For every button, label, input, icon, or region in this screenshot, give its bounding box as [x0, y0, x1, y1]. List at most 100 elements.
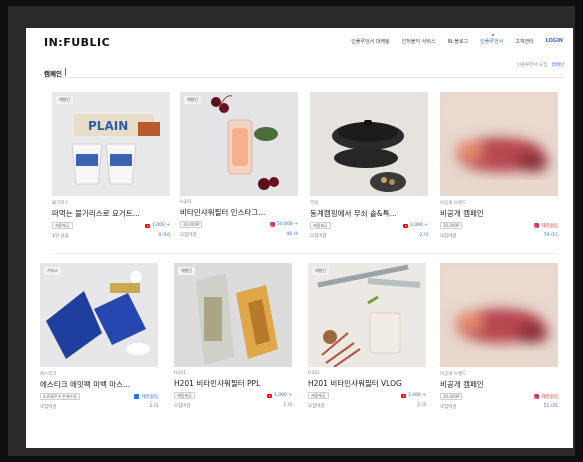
channel-requirement: 1,000 +	[266, 393, 292, 398]
follower-requirement: 3,000 +	[409, 223, 428, 228]
campaign-status: 모집마감	[174, 404, 191, 409]
nav-item-blog[interactable]: IN:블로그	[447, 38, 468, 45]
reward-type-pill: 4,000P X 판매수량	[40, 393, 80, 400]
follower-requirement: 1,000 +	[151, 223, 170, 228]
status-row: 모집마감 2 /3	[40, 404, 158, 410]
campaign-thumbnail[interactable]	[440, 263, 558, 367]
follower-requirement: 3,000 +	[407, 393, 426, 398]
reward-row: 제품제공 1,000 +	[174, 392, 292, 399]
campaign-title[interactable]: 비타민샤워필터 인스타그...	[180, 207, 298, 218]
campaign-type-badge: 체험단	[312, 267, 330, 275]
reward-row: 30,000P 제한없음	[440, 222, 558, 229]
facebook-icon	[134, 394, 140, 399]
reward-type-pill: 30,000P	[440, 393, 463, 400]
reward-type-pill: 30,000P	[180, 221, 203, 228]
reward-type-pill: 제품제공	[174, 392, 195, 399]
campaign-thumbnail[interactable]	[310, 92, 428, 196]
campaign-type-badge: 기자스	[44, 267, 62, 275]
instagram-icon	[534, 223, 540, 228]
campaign-meta: H201 비타민샤워필터 인스타그... 30,000P 50,000 + 모집…	[180, 200, 298, 238]
site-header: IN:FUBLIC 인플루언서 마케팅 인허블익 서비스 IN:블로그 인플루언…	[26, 28, 573, 56]
follower-requirement: 50,000 +	[277, 222, 298, 227]
shower-filter-box-image	[174, 263, 292, 367]
section-bar: 캠페인 인플루언서 모집 캠페인	[44, 61, 564, 78]
reward-row: 30,000P 50,000 +	[180, 221, 298, 228]
brand-name: 불가리스	[52, 201, 69, 206]
row-divider	[52, 253, 558, 254]
applicant-count: 51 /25	[543, 404, 558, 409]
campaign-title[interactable]: 떠먹는 불가리스로 요거트...	[52, 208, 170, 219]
campaign-title[interactable]: H201 비타민샤워필터 VLOG	[308, 378, 426, 389]
breadcrumb-parent[interactable]: 인플루언서 모집	[517, 63, 547, 68]
status-row: 모집마감 1 /3	[308, 403, 426, 409]
status-row: 모집마감 2 /3	[310, 233, 428, 239]
screenshot-frame: IN:FUBLIC 인플루언서 마케팅 인허블익 서비스 IN:블로그 인플루언…	[0, 0, 583, 462]
youtube-icon	[402, 223, 408, 228]
applicant-count: 1 /3	[417, 403, 426, 408]
login-link[interactable]: LOGIN	[546, 38, 563, 45]
nav-item-influencer[interactable]: 인플루언서	[480, 34, 503, 45]
blurred-private-image	[440, 92, 558, 196]
campaign-status: 모집마감	[310, 234, 327, 239]
youtube-icon	[266, 393, 272, 398]
reward-row: 제품제공 3,000 +	[308, 392, 426, 399]
campaign-thumbnail[interactable]: 기자스	[40, 263, 158, 367]
brand-name: H201	[180, 200, 192, 205]
brand-name: 에스티크	[40, 372, 57, 377]
shower-filter-image	[180, 92, 298, 196]
brand-name: 비공개 브랜드	[440, 201, 467, 206]
campaign-title[interactable]: H201 비타민샤워필터 PPL	[174, 378, 292, 389]
nav-item-influencer-marketing[interactable]: 인플루언서 마케팅	[351, 38, 389, 45]
applicant-count: 79 /15	[543, 233, 558, 238]
reward-row: 4,000P X 판매수량 제한없음	[40, 393, 158, 400]
campaign-thumbnail[interactable]: 체험단	[308, 263, 426, 367]
blurred-private-image	[440, 263, 558, 367]
campaign-thumbnail[interactable]: 체험단	[174, 263, 292, 367]
campaign-status: 모집마감	[440, 405, 457, 410]
campaign-title[interactable]: 비공개 캠페인	[440, 208, 558, 219]
status-row: 모집마감 79 /15	[440, 233, 558, 239]
channel-requirement: 제한없음	[534, 394, 558, 400]
applicant-count: 2 /3	[149, 404, 158, 409]
youtube-icon	[400, 393, 406, 398]
nav-item-support[interactable]: 고객센터	[515, 38, 533, 45]
applicant-count: 2 /3	[419, 233, 428, 238]
site-logo[interactable]: IN:FUBLIC	[44, 36, 110, 49]
follower-requirement: 제한없음	[141, 394, 158, 400]
breadcrumb-current: 캠페인	[551, 63, 564, 68]
channel-requirement: 1,000 +	[144, 223, 170, 228]
applicant-count: 46 /4	[286, 232, 298, 237]
campaign-title[interactable]: 동계캠핑에서 무쇠 솥&특...	[310, 208, 428, 219]
campaign-meta: 에스티크 에스티크 에밋팩 미백 마스... 4,000P X 판매수량 제한없…	[40, 371, 158, 410]
campaign-title[interactable]: 비공개 캠페인	[440, 379, 558, 390]
reward-type-pill: 제품제공	[52, 222, 73, 229]
campaign-meta: 비공개 브랜드 비공개 캠페인 30,000P 제한없음 모집마감 51 /25	[440, 371, 558, 410]
shower-filter-vlog-image	[308, 263, 426, 367]
brand-name: H201	[308, 371, 320, 376]
nav-item-service[interactable]: 인허블익 서비스	[402, 38, 436, 45]
breadcrumb-separator	[549, 63, 550, 68]
campaign-thumbnail[interactable]: 체험단	[180, 92, 298, 196]
campaign-title[interactable]: 에스티크 에밋팩 미백 마스...	[40, 379, 158, 390]
campaign-meta: 비공개 브랜드 비공개 캠페인 30,000P 제한없음 모집마감 79 /15	[440, 200, 558, 239]
campaign-thumbnail[interactable]: PLAIN 체험단	[52, 92, 170, 196]
applicant-count: 0 /10	[158, 233, 170, 238]
main-nav: 인플루언서 마케팅 인허블익 서비스 IN:블로그 인플루언서 고객센터 LOG…	[351, 34, 563, 45]
reward-row: 30,000P 제한없음	[440, 393, 558, 400]
campaign-type-badge: 체험단	[56, 96, 74, 104]
cast-iron-pot-image	[310, 92, 428, 196]
channel-requirement: 제한없음	[534, 223, 558, 229]
breadcrumb: 인플루언서 모집 캠페인	[517, 62, 564, 68]
follower-requirement: 제한없음	[541, 394, 558, 400]
applicant-count: 1 /3	[283, 403, 292, 408]
instagram-icon	[534, 394, 540, 399]
brand-name: 비공개 브랜드	[440, 372, 467, 377]
header-divider	[44, 77, 564, 78]
campaign-status: 모집마감	[40, 405, 57, 410]
reward-type-pill: 제품제공	[310, 222, 331, 229]
campaign-meta: H201 H201 비타민샤워필터 VLOG 제품제공 3,000 + 모집마감…	[308, 371, 426, 409]
status-row: 모집마감 46 /4	[180, 232, 298, 238]
campaign-meta: 불가리스 떠먹는 불가리스로 요거트... 제품제공 1,000 + 1일 남음…	[52, 200, 170, 239]
campaign-status: 모집마감	[440, 234, 457, 239]
campaign-thumbnail[interactable]	[440, 92, 558, 196]
